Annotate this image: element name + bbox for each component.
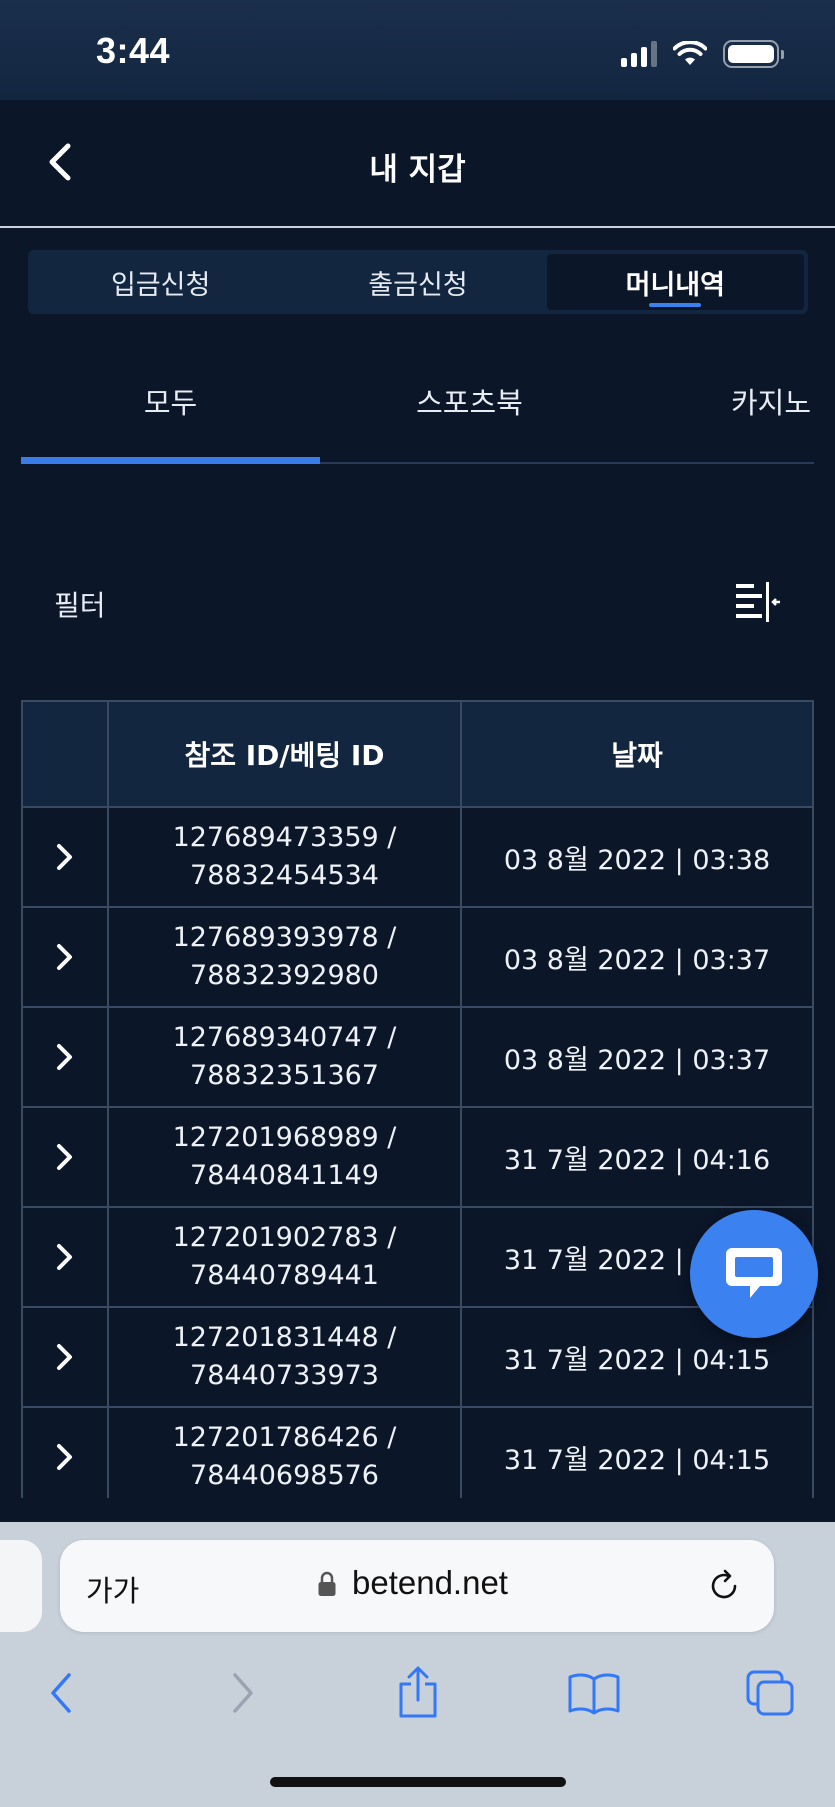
tab-money-history[interactable]: 머니내역 [546,254,804,310]
reload-icon[interactable] [706,1568,742,1604]
expand-row-button[interactable] [23,908,109,1006]
status-time: 3:44 [96,30,171,71]
lock-icon [318,1571,336,1596]
ref-id: 127201968989 / [172,1122,397,1153]
date-cell: 03 8월 2022 | 03:38 [503,844,771,876]
expand-row-button[interactable] [23,1008,109,1106]
date-cell: 03 8월 2022 | 03:37 [503,1044,771,1076]
battery-icon [723,40,784,68]
status-icons [621,40,784,68]
bet-id: 78832454534 [190,860,379,891]
expand-row-button[interactable] [23,1408,109,1498]
chevron-left-icon [51,1673,71,1713]
chevron-right-icon [57,1044,72,1070]
tabs-icon [746,1670,794,1716]
date-cell: 03 8월 2022 | 03:37 [503,944,771,976]
tabs-button[interactable] [742,1665,798,1721]
browser-bottom-bar: 가가 betend.net [0,1522,835,1807]
bet-id: 78832351367 [190,1060,379,1091]
share-icon [399,1666,437,1718]
chevron-right-icon [57,1444,72,1470]
ref-id: 127689340747 / [172,1022,397,1053]
book-icon [568,1673,620,1715]
table-body: 127689473359 / 78832454534 03 8월 2022 | 0… [23,808,812,1498]
table-header: 참조 ID/베팅 ID 날짜 [23,702,812,808]
wallet-segment-tabs: 입금신청 출금신청 머니내역 [28,250,808,314]
bet-id: 78440789441 [190,1260,379,1291]
share-button[interactable] [390,1665,446,1721]
transaction-table: 참조 ID/베팅 ID 날짜 127689473359 / 78832454534… [21,700,814,1498]
address-bar[interactable]: 가가 betend.net [60,1540,774,1632]
chevron-right-icon [57,844,72,870]
category-tabs: 모두 스포츠북 카지노 [21,350,814,464]
ref-bet-id-cell: 127201831448 / 78440733973 [109,1308,462,1406]
chevron-right-icon [57,944,72,970]
ref-bet-id-cell: 127689340747 / 78832351367 [109,1008,462,1106]
chevron-right-icon [57,1144,72,1170]
ref-bet-id-cell: 127689473359 / 78832454534 [109,808,462,906]
ref-bet-id-cell: 127689393978 / 78832392980 [109,908,462,1006]
expand-row-button[interactable] [23,1308,109,1406]
date-cell: 31 7월 2022 | 04:15 [503,1444,771,1476]
browser-back-button[interactable] [34,1665,90,1721]
cellular-signal-icon [621,41,657,67]
bet-id: 78440733973 [190,1360,379,1391]
wallet-page: 3:44 내 지갑 입금신청 출금신청 머니내역 모두 스포츠북 카지노 필터 [0,0,835,1807]
bet-id: 78832392980 [190,960,379,991]
browser-forward-button[interactable] [214,1665,270,1721]
chat-bubble-icon [726,1248,782,1298]
filter-toggle-icon[interactable] [730,578,782,628]
header-expand-col [23,702,109,806]
table-row[interactable]: 127689340747 / 78832351367 03 8월 2022 | 0… [23,1008,812,1108]
tab-all[interactable]: 모두 [21,380,320,422]
text-size-button[interactable]: 가가 [86,1568,139,1610]
tab-sportsbook[interactable]: 스포츠북 [320,380,619,422]
ref-bet-id-cell: 127201786426 / 78440698576 [109,1408,462,1498]
ref-id: 127201831448 / [172,1322,397,1353]
chevron-right-icon [57,1244,72,1270]
browser-toolbar [0,1657,835,1737]
table-row[interactable]: 127689473359 / 78832454534 03 8월 2022 | 0… [23,808,812,908]
table-row[interactable]: 127689393978 / 78832392980 03 8월 2022 | 0… [23,908,812,1008]
home-indicator [270,1777,566,1787]
ref-id: 127689393978 / [172,922,397,953]
chevron-right-icon [57,1344,72,1370]
table-row[interactable]: 127201786426 / 78440698576 31 7월 2022 | 0… [23,1408,812,1498]
bet-id: 78440841149 [190,1160,379,1191]
header-date: 날짜 [611,739,663,772]
live-chat-button[interactable] [690,1210,818,1338]
page-title: 내 지갑 [369,152,466,188]
filter-label: 필터 [54,589,106,622]
expand-row-button[interactable] [23,808,109,906]
active-tab-underline [21,457,320,464]
url-text[interactable]: betend.net [352,1564,508,1602]
previous-tab-card[interactable] [0,1540,42,1632]
chevron-right-icon [233,1673,253,1713]
table-row[interactable]: 127201968989 / 78440841149 31 7월 2022 | 0… [23,1108,812,1208]
bet-id: 78440698576 [190,1460,379,1491]
tab-deposit-request[interactable]: 입금신청 [32,254,289,310]
expand-row-button[interactable] [23,1208,109,1306]
expand-row-button[interactable] [23,1108,109,1206]
ref-bet-id-cell: 127201902783 / 78440789441 [109,1208,462,1306]
table-row[interactable]: 127201831448 /78440733973 31 7월 2022 | 0… [23,1308,812,1408]
ref-id: 127201902783 / [172,1222,397,1253]
tab-casino[interactable]: 카지노 [731,380,811,422]
wifi-icon [673,41,707,65]
bookmarks-button[interactable] [566,1665,622,1721]
header-ref-bet-id: 참조 ID/베팅 ID [109,702,462,806]
date-cell: 31 7월 2022 | 04:16 [503,1144,771,1176]
ref-id: 127689473359 / [172,822,397,853]
ref-id: 127201786426 / [172,1422,397,1453]
app-header: 내 지갑 [0,100,835,228]
tab-withdraw-request[interactable]: 출금신청 [289,254,546,310]
status-bar: 3:44 [0,0,835,100]
ref-bet-id-cell: 127201968989 / 78440841149 [109,1108,462,1206]
